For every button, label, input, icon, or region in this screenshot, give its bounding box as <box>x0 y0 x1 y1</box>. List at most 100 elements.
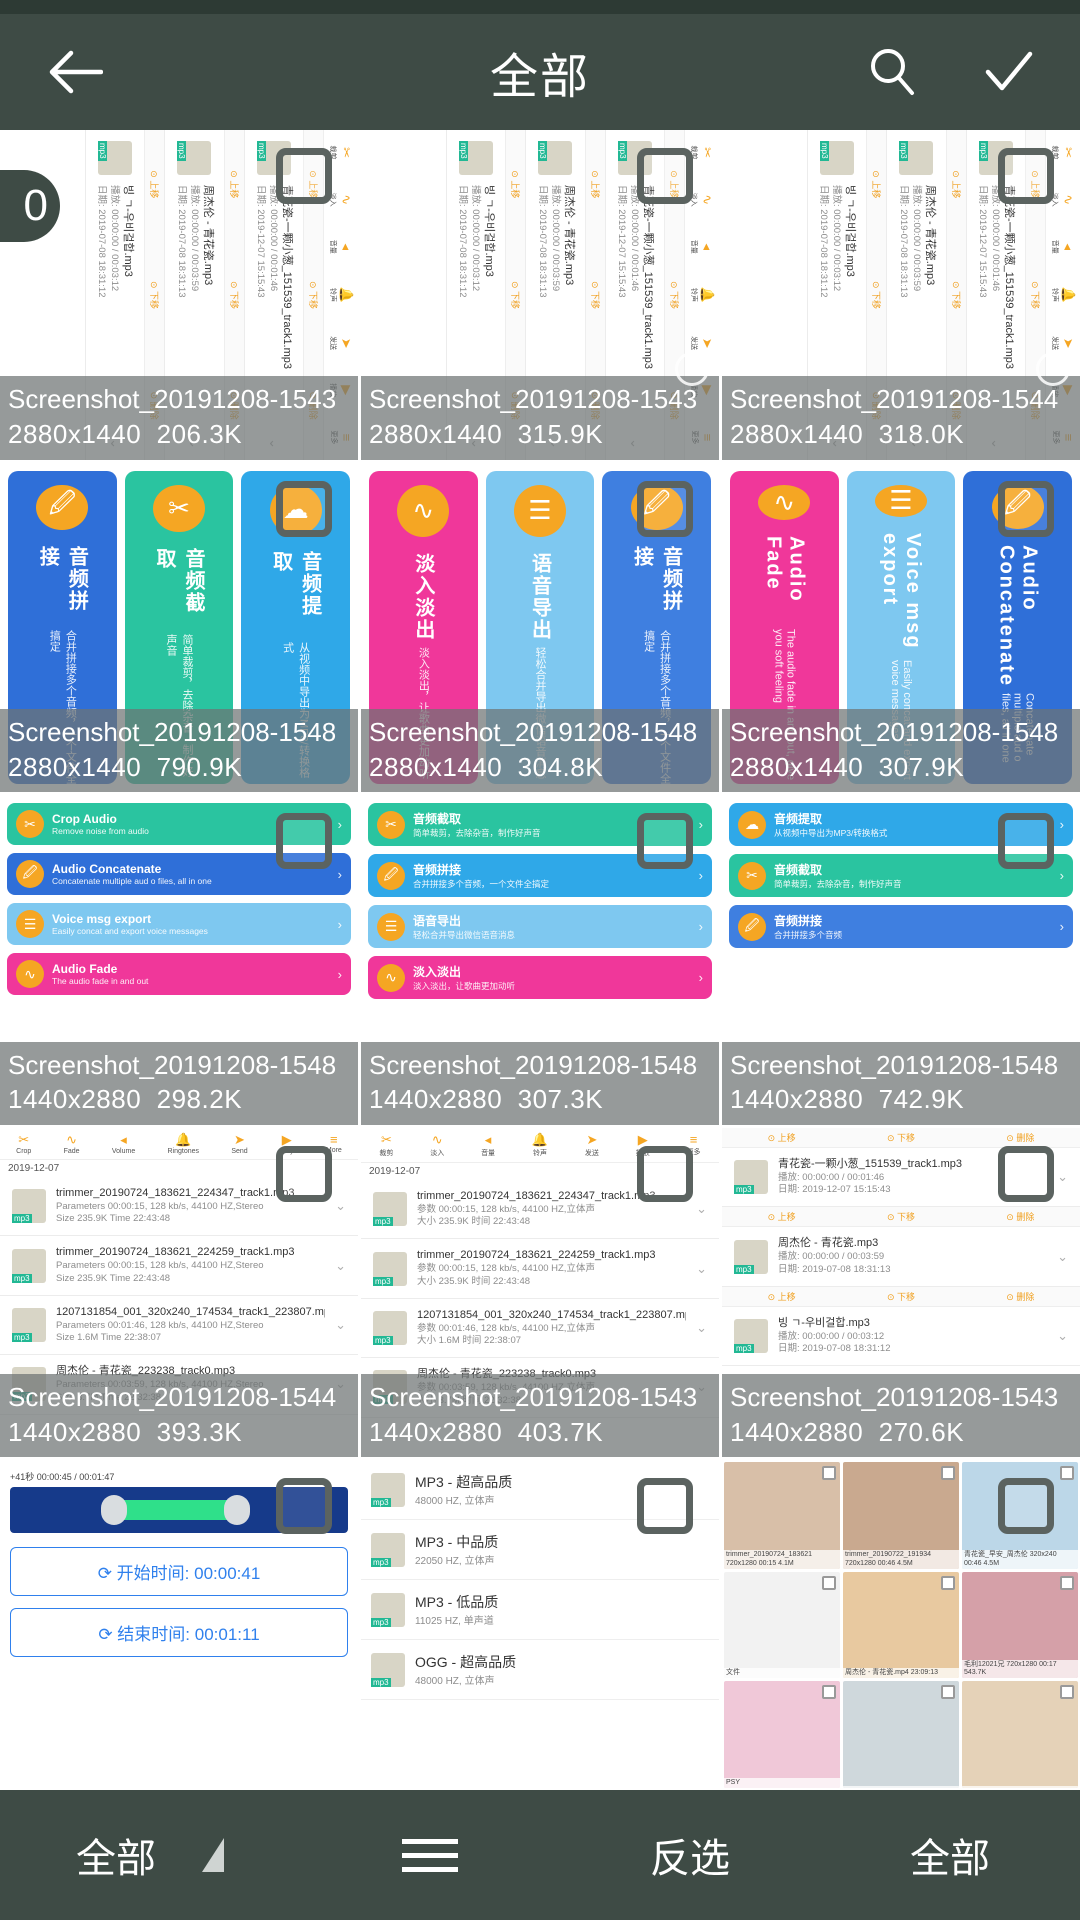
row-action[interactable]: ⊙ 下移 <box>307 281 320 309</box>
grid-item[interactable]: ✂ 裁剪 ∿ 淡入 ◂ 音量 🔔 铃声 ➤ 发送 ▶ 播放 ≡ 更多⊙ 上移⊙ … <box>0 130 358 460</box>
selection-checkbox[interactable] <box>637 480 693 537</box>
selection-checkbox[interactable] <box>1060 1685 1074 1700</box>
selection-checkbox[interactable] <box>941 1575 955 1590</box>
row-action[interactable]: ⊙ 下移 <box>887 1290 915 1303</box>
toolbar-裁剪-button[interactable]: ✂ 裁剪 <box>379 1132 393 1158</box>
media-thumb[interactable]: trimmer_20190724_183621 720x1280 00:15 4… <box>724 1462 840 1569</box>
grid-item[interactable]: ✂ 裁剪 ∿ 淡入 ◂ 音量 🔔 铃声 ➤ 发送 ▶ 播放 ≡ 更多 2019-1… <box>361 1127 719 1458</box>
selection-checkbox[interactable] <box>998 1478 1054 1535</box>
select-all-button[interactable]: 全部 <box>820 1826 1080 1884</box>
row-action[interactable]: ⊙ 上移 <box>148 170 161 198</box>
row-action[interactable]: ⊙ 删除 <box>1006 1290 1034 1303</box>
media-thumb[interactable]: 周杰伦 - 青花瓷.mp4 23:09:13 <box>843 1571 959 1679</box>
trim-handle-start[interactable] <box>101 1495 128 1526</box>
toolbar-铃声-button[interactable]: 🔔 铃声 <box>1050 287 1076 303</box>
toolbar-发送-button[interactable]: ➤ 发送 <box>585 1132 599 1158</box>
grid-item[interactable]: ∿ 淡入淡出 淡入淡出，让歌曲更加动听 ☰ 语音导出 轻松合并导出微信语音消息 … <box>361 462 719 793</box>
media-thumb[interactable] <box>962 1681 1078 1788</box>
selection-checkbox[interactable] <box>822 1466 836 1481</box>
selection-checkbox[interactable] <box>998 480 1054 537</box>
feature-card[interactable]: ☰ 语音导出 轻松合并导出微信语音消息 › <box>368 905 712 949</box>
grid-item[interactable]: ☁ 音频提取 从视频中导出为MP3/转换格式 › ✂ 音频截取 简单裁剪，去除杂… <box>722 795 1080 1125</box>
grid-item[interactable]: +41秒 00:00:45 / 00:01:47 ⟳ 开始时间: 00:00:4… <box>0 1460 358 1790</box>
chevron-down-icon[interactable]: ⌄ <box>1057 1249 1068 1265</box>
selection-checkbox[interactable] <box>1060 1466 1074 1481</box>
row-action[interactable]: ⊙ 上移 <box>870 170 883 198</box>
chevron-down-icon[interactable]: ⌄ <box>696 1261 707 1277</box>
feature-card[interactable]: 🖉 音频拼接 合并拼接多个音频 › <box>729 905 1073 949</box>
row-action[interactable]: ⊙ 删除 <box>1006 1131 1034 1144</box>
toolbar-音量-button[interactable]: ◂ 音量 <box>689 240 715 254</box>
list-item[interactable]: mp3 1207131854_001_320x240_174534_track1… <box>361 1298 719 1359</box>
selection-checkbox[interactable] <box>822 1685 836 1700</box>
menu-button[interactable] <box>300 1830 560 1881</box>
chevron-down-icon[interactable]: ⌄ <box>696 1320 707 1336</box>
chevron-down-icon[interactable]: ⌄ <box>696 1201 707 1217</box>
row-action[interactable]: ⊙ 下移 <box>509 281 522 309</box>
grid-item[interactable]: ∿ Audio Fade The audio fade in and out, … <box>722 462 1080 793</box>
grid-item[interactable]: mp3 MP3 - 超高品质 48000 HZ, 立体声 mp3 MP3 - 中… <box>361 1460 719 1790</box>
back-button[interactable] <box>40 37 110 107</box>
row-action[interactable]: ⊙ 下移 <box>589 281 602 309</box>
selection-checkbox[interactable] <box>637 1145 693 1202</box>
list-item[interactable]: mp3 trimmer_20190724_183621_224259_track… <box>0 1236 358 1296</box>
selection-checkbox[interactable] <box>822 1575 836 1590</box>
toolbar-发送-button[interactable]: ➤ 发送 <box>328 336 354 350</box>
row-action[interactable]: ⊙ 下移 <box>668 281 681 309</box>
chevron-down-icon[interactable]: ⌄ <box>335 1258 346 1274</box>
row-action[interactable]: ⊙ 上移 <box>768 1210 796 1223</box>
selection-checkbox[interactable] <box>276 480 332 537</box>
row-action[interactable]: ⊙ 上移 <box>950 170 963 198</box>
toolbar-音量-button[interactable]: ◂ 音量 <box>328 240 354 254</box>
selection-checkbox[interactable] <box>637 1478 693 1535</box>
row-action[interactable]: ⊙ 上移 <box>768 1290 796 1303</box>
grid-item[interactable]: 🖉 音频拼接 合并拼接多个音频，一个文件全搞定 ✂ 音频截取 简单裁剪，去除杂音… <box>0 462 358 793</box>
grid-item[interactable]: ✂ Crop Audio Remove noise from audio › 🖉… <box>0 795 358 1125</box>
row-action[interactable]: ⊙ 上移 <box>509 170 522 198</box>
feature-card[interactable]: ☰ Voice msg export Easily concat and exp… <box>7 903 351 946</box>
media-thumb[interactable]: PSY <box>724 1681 840 1788</box>
selection-checkbox[interactable] <box>276 1478 332 1535</box>
selection-checkbox[interactable] <box>998 148 1054 204</box>
media-thumb[interactable]: trimmer_20190722_191934 720x1280 00:46 4… <box>843 1462 959 1569</box>
search-button[interactable] <box>860 40 924 104</box>
selection-checkbox[interactable] <box>1060 1575 1074 1590</box>
quality-option[interactable]: mp3 OGG - 超高品质 48000 HZ, 立体声 <box>361 1640 719 1701</box>
quality-option[interactable]: mp3 MP3 - 低品质 11025 HZ, 单声道 <box>361 1580 719 1641</box>
row-action[interactable]: ⊙ 上移 <box>589 170 602 198</box>
grid-item[interactable]: ✂ 音频截取 简单裁剪，去除杂音，制作好声音 › 🖉 音频拼接 合并拼接多个音频… <box>361 795 719 1125</box>
chevron-down-icon[interactable]: ⌄ <box>335 1198 346 1214</box>
toolbar-音量-button[interactable]: ◂ 音量 <box>481 1132 495 1158</box>
selection-checkbox[interactable] <box>276 148 332 204</box>
toolbar-发送-button[interactable]: ➤ 发送 <box>1050 336 1076 350</box>
selection-checkbox[interactable] <box>998 1145 1054 1202</box>
media-thumb[interactable]: 毛利12021兄 720x1280 00:17 543.7K <box>962 1571 1078 1679</box>
end-time-field[interactable]: ⟳ 结束时间: 00:01:11 <box>10 1608 348 1658</box>
grid-item[interactable]: trimmer_20190724_183621 720x1280 00:15 4… <box>722 1460 1080 1790</box>
toolbar-音量-button[interactable]: ◂ 音量 <box>1050 240 1076 254</box>
selection-checkbox[interactable] <box>276 813 332 870</box>
selection-checkbox[interactable] <box>998 813 1054 870</box>
list-item[interactable]: mp3 trimmer_20190724_183621_224259_track… <box>361 1239 719 1299</box>
list-item[interactable]: mp3 빙 ㄱ-우비걸합.mp3 播放: 00:00:00 / 00:03:12… <box>722 1306 1080 1367</box>
toolbar-crop-button[interactable]: ✂ Crop <box>16 1132 31 1155</box>
row-action[interactable]: ⊙ 上移 <box>768 1131 796 1144</box>
grid-item[interactable]: ⊙ 上移 ⊙ 下移 ⊙ 删除 mp3 青花瓷-一颗小葱_151539_track1.… <box>722 1127 1080 1458</box>
grid-item[interactable]: ✂ 裁剪 ∿ 淡入 ◂ 音量 🔔 铃声 ➤ 发送 ▶ 播放 ≡ 更多⊙ 上移⊙ … <box>722 130 1080 460</box>
toolbar-fade-button[interactable]: ∿ Fade <box>64 1132 80 1155</box>
folder-filter-button[interactable]: 全部 <box>0 1826 300 1884</box>
row-action[interactable]: ⊙ 下移 <box>148 281 161 309</box>
media-thumb[interactable] <box>843 1681 959 1788</box>
toolbar-volume-button[interactable]: ◂ Volume <box>112 1132 135 1155</box>
chevron-down-icon[interactable]: ⌄ <box>1057 1169 1068 1185</box>
chevron-down-icon[interactable]: ⌄ <box>335 1317 346 1333</box>
row-action[interactable]: ⊙ 下移 <box>228 281 241 309</box>
selection-checkbox[interactable] <box>637 813 693 870</box>
toolbar-send-button[interactable]: ➤ Send <box>231 1132 247 1155</box>
row-action[interactable]: ⊙ 下移 <box>887 1131 915 1144</box>
selection-checkbox[interactable] <box>276 1145 332 1202</box>
row-action[interactable]: ⊙ 删除 <box>1006 1210 1034 1223</box>
confirm-button[interactable] <box>976 40 1040 104</box>
row-action[interactable]: ⊙ 下移 <box>1029 281 1042 309</box>
toolbar-淡入-button[interactable]: ∿ 淡入 <box>430 1132 444 1158</box>
